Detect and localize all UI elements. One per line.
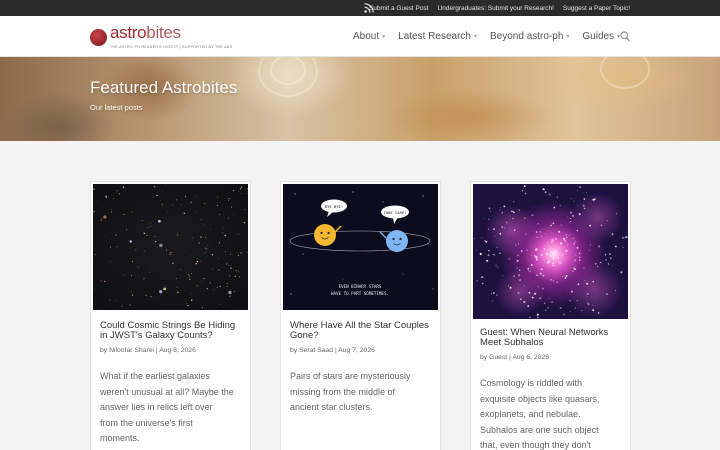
post-card[interactable]: Could Cosmic Strings Be Hiding in JWST's… (90, 181, 251, 450)
site-header: astrobites THE ASTRO-PH READER'S DIGEST … (0, 16, 720, 57)
post-excerpt: Cosmology is riddled with exquisite obje… (480, 378, 600, 450)
binary-stars-cartoon-image: BYE BYE! TAKE CARE! EVEN BINARY STARS HA… (289, 191, 434, 296)
svg-text:EVEN BINARY STARS: EVEN BINARY STARS (339, 284, 382, 289)
page-title: Featured Astrobites (90, 78, 238, 97)
post-title[interactable]: Guest: When Neural Networks Meet Subhalo… (480, 328, 608, 348)
submit-guest-post-link[interactable]: Submit a Guest Post (369, 5, 429, 12)
post-card[interactable]: BYE BYE! TAKE CARE! EVEN BINARY STARS HA… (280, 181, 441, 450)
featured-hero-banner: Featured Astrobites Our latest posts (0, 57, 720, 141)
post-title[interactable]: Could Cosmic Strings Be Hiding in JWST's… (100, 321, 235, 341)
nav-latest-research[interactable]: Latest Research ▾ (398, 31, 477, 42)
nav-guides[interactable]: Guides ▾ (582, 31, 620, 42)
post-thumbnail-binary-stars[interactable]: BYE BYE! TAKE CARE! EVEN BINARY STARS HA… (283, 184, 438, 310)
top-utility-bar: Submit a Guest Post Undergraduates: Subm… (0, 0, 720, 16)
post-meta: by Guest | Aug 6, 2026 (480, 354, 550, 361)
post-card[interactable]: Guest: When Neural Networks Meet Subhalo… (470, 181, 631, 450)
chevron-down-icon: ▾ (382, 34, 386, 40)
post-meta: by Niloofar Sharei | Aug 8, 2026 (100, 347, 196, 354)
undergrad-submit-link[interactable]: Undergraduates: Submit your Research! (438, 5, 554, 12)
post-meta: by Serat Saad | Aug 7, 2026 (290, 347, 375, 354)
blue-star-character (386, 230, 408, 252)
post-excerpt: What if the earliest galaxies weren't un… (100, 371, 234, 443)
search-icon[interactable] (620, 31, 630, 42)
nav-beyond-astro-ph[interactable]: Beyond astro-ph ▾ (490, 31, 569, 42)
logo-wordmark: astrobites (110, 23, 181, 42)
post-thumbnail-simulation[interactable] (473, 184, 628, 319)
svg-text:TAKE CARE!: TAKE CARE! (384, 210, 407, 215)
post-title[interactable]: Where Have All the Star Couples Gone? (290, 321, 429, 341)
page-subtitle: Our latest posts (90, 103, 143, 112)
post-thumbnail-deep-field[interactable] (93, 184, 248, 310)
deep-field-image (93, 184, 248, 309)
logo-planet-icon (90, 29, 107, 46)
main-nav: About ▾ Latest Research ▾ Beyond astro-ph ▾… (353, 16, 620, 57)
chevron-down-icon: ▾ (566, 34, 570, 40)
yellow-star-character (314, 224, 336, 246)
site-logo[interactable]: astrobites THE ASTRO-PH READER'S DIGEST … (90, 23, 232, 49)
dark-matter-simulation-image (473, 185, 628, 319)
logo-tagline: THE ASTRO-PH READER'S DIGEST | SUPPORTED… (110, 45, 233, 49)
svg-text:BYE BYE!: BYE BYE! (325, 204, 343, 209)
chevron-down-icon: ▾ (473, 34, 477, 40)
svg-text:HAVE TO PART SOMETIMES.: HAVE TO PART SOMETIMES. (331, 291, 389, 296)
nav-about[interactable]: About ▾ (353, 31, 385, 42)
post-excerpt: Pairs of stars are mysteriously missing … (290, 371, 411, 412)
hero-swirl-decoration (600, 57, 650, 89)
suggest-topic-link[interactable]: Suggest a Paper Topic! (563, 5, 630, 12)
